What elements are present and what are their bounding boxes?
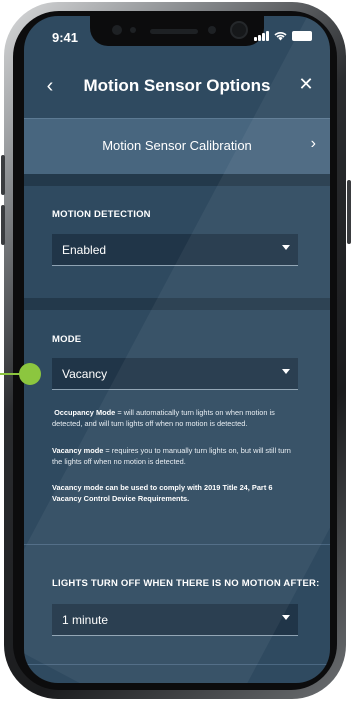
close-icon[interactable]: ✕: [294, 72, 318, 96]
vacancy-description: Vacancy mode = requires you to manually …: [52, 445, 302, 467]
calibration-label: Motion Sensor Calibration: [102, 138, 252, 153]
lights-off-label: LIGHTS TURN OFF WHEN THERE IS NO MOTION …: [52, 578, 320, 589]
back-chevron-icon[interactable]: ‹: [38, 74, 62, 98]
motion-detection-select[interactable]: Enabled: [52, 234, 298, 266]
occupancy-title: Occupancy Mode: [54, 408, 116, 417]
lights-off-value: 1 minute: [62, 613, 109, 627]
section-divider: [24, 544, 330, 545]
dropdown-caret-icon: [282, 245, 290, 250]
compliance-note-text: Vacancy mode can be used to comply with …: [52, 483, 273, 503]
vacancy-title: Vacancy mode: [52, 446, 104, 455]
lights-off-select[interactable]: 1 minute: [52, 604, 298, 636]
nav-header: ‹ Motion Sensor Options ✕: [24, 60, 330, 116]
page-title: Motion Sensor Options: [83, 76, 271, 95]
mode-select[interactable]: Vacancy: [52, 358, 298, 390]
callout-pointer-dot: [19, 363, 41, 385]
calibration-row[interactable]: Motion Sensor Calibration ›: [24, 118, 330, 174]
signal-icon: [254, 31, 269, 41]
section-separator: [24, 174, 330, 186]
volume-up-button: [1, 155, 5, 195]
section-divider: [24, 664, 330, 665]
battery-icon: [292, 31, 312, 41]
dropdown-caret-icon: [282, 615, 290, 620]
phone-screen: 9:41 ‹ Motion Sensor Options ✕ Motion Se…: [24, 16, 330, 683]
status-time: 9:41: [52, 30, 79, 45]
status-icons: [254, 31, 312, 41]
power-button: [347, 180, 351, 244]
volume-down-button: [1, 205, 5, 245]
mode-value: Vacancy: [62, 367, 108, 381]
motion-detection-value: Enabled: [62, 243, 107, 257]
mode-label: MODE: [52, 334, 82, 345]
section-separator: [24, 298, 330, 310]
dropdown-caret-icon: [282, 369, 290, 374]
wifi-icon: [274, 32, 287, 41]
motion-detection-label: MOTION DETECTION: [52, 209, 151, 220]
status-bar: 9:41: [24, 16, 330, 60]
chevron-right-icon: ›: [310, 135, 316, 152]
compliance-note: Vacancy mode can be used to comply with …: [52, 482, 302, 504]
occupancy-description: Occupancy Mode = will automatically turn…: [52, 407, 302, 429]
